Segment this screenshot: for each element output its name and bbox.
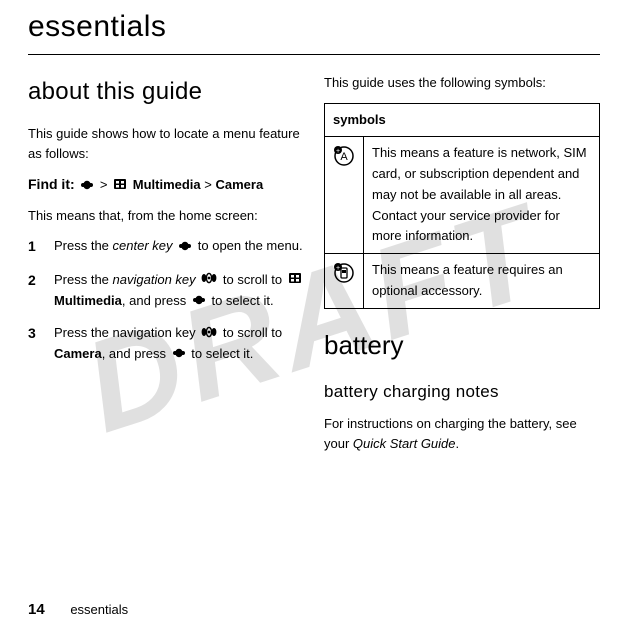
- step-num: 1: [28, 236, 38, 258]
- steps-list: 1 Press the center key to open the menu.…: [28, 236, 304, 364]
- center-key-icon: [192, 291, 206, 311]
- right-column: This guide uses the following symbols: s…: [324, 73, 600, 464]
- notes-post: .: [456, 436, 460, 451]
- step-2: 2 Press the navigation key to scroll to …: [28, 270, 304, 311]
- nav-key-icon: [201, 270, 217, 290]
- accessory-symbol-text: This means a feature requires an optiona…: [364, 254, 600, 309]
- about-guide-heading: about this guide: [28, 73, 304, 110]
- find-it-multimedia: Multimedia: [133, 177, 201, 192]
- battery-notes-heading: battery charging notes: [324, 379, 600, 405]
- symbols-header: symbols: [325, 104, 600, 137]
- s3-mid: to scroll to: [223, 325, 282, 340]
- footer: 14 essentials: [28, 601, 128, 618]
- means-text: This means that, from the home screen:: [28, 206, 304, 226]
- symbols-table: symbols A+ This means a feature is netwo…: [324, 103, 600, 309]
- svg-text:+: +: [336, 265, 340, 272]
- svg-text:+: +: [336, 148, 340, 155]
- step-3: 3 Press the navigation key to scroll to …: [28, 323, 304, 364]
- step-text: Press the navigation key to scroll to Mu…: [54, 270, 304, 311]
- s3-pre: Press the navigation key: [54, 325, 199, 340]
- multimedia-icon: [288, 270, 302, 290]
- columns: about this guide This guide shows how to…: [28, 73, 600, 464]
- find-it-lead: Find it:: [28, 176, 75, 192]
- about-intro: This guide shows how to locate a menu fe…: [28, 124, 304, 164]
- battery-heading: battery: [324, 325, 600, 365]
- step-num: 2: [28, 270, 38, 311]
- left-column: about this guide This guide shows how to…: [28, 73, 304, 464]
- s3-tail: to select it.: [191, 346, 253, 361]
- table-row: + This means a feature requires an optio…: [325, 254, 600, 309]
- s2-italic: navigation key: [113, 272, 196, 287]
- s2-post2: , and press: [122, 293, 190, 308]
- battery-notes-text: For instructions on charging the battery…: [324, 414, 600, 454]
- step-1: 1 Press the center key to open the menu.: [28, 236, 304, 258]
- accessory-symbol-icon: +: [325, 254, 364, 309]
- s1-post: to open the menu.: [198, 238, 303, 253]
- page-number: 14: [28, 601, 45, 618]
- find-it-camera: Camera: [216, 177, 264, 192]
- s3-post2: , and press: [102, 346, 170, 361]
- right-intro: This guide uses the following symbols:: [324, 73, 600, 93]
- nav-key-icon: [201, 324, 217, 344]
- s2-tail: to select it.: [211, 293, 273, 308]
- page-content: essentials about this guide This guide s…: [28, 10, 600, 464]
- multimedia-icon: [113, 176, 127, 196]
- s2-mid: to scroll to: [223, 272, 286, 287]
- table-header-row: symbols: [325, 104, 600, 137]
- footer-label: essentials: [70, 602, 128, 617]
- s2-bold: Multimedia: [54, 293, 122, 308]
- step-text: Press the center key to open the menu.: [54, 236, 304, 258]
- notes-italic: Quick Start Guide: [353, 436, 456, 451]
- horizontal-rule: [28, 54, 600, 55]
- find-it-sep: >: [100, 177, 111, 192]
- chapter-title: essentials: [28, 10, 600, 44]
- find-it-line: Find it: > Multimedia > Camera: [28, 174, 304, 196]
- table-row: A+ This means a feature is network, SIM …: [325, 137, 600, 254]
- find-it-sep2: >: [204, 177, 215, 192]
- svg-text:A: A: [340, 151, 348, 163]
- step-text: Press the navigation key to scroll to Ca…: [54, 323, 304, 364]
- s3-bold: Camera: [54, 346, 102, 361]
- center-key-icon: [172, 344, 186, 364]
- center-key-icon: [80, 176, 94, 196]
- network-symbol-icon: A+: [325, 137, 364, 254]
- step-num: 3: [28, 323, 38, 364]
- s2-pre: Press the: [54, 272, 113, 287]
- center-key-icon: [178, 237, 192, 257]
- network-symbol-text: This means a feature is network, SIM car…: [364, 137, 600, 254]
- s1-pre: Press the: [54, 238, 113, 253]
- s1-italic: center key: [113, 238, 173, 253]
